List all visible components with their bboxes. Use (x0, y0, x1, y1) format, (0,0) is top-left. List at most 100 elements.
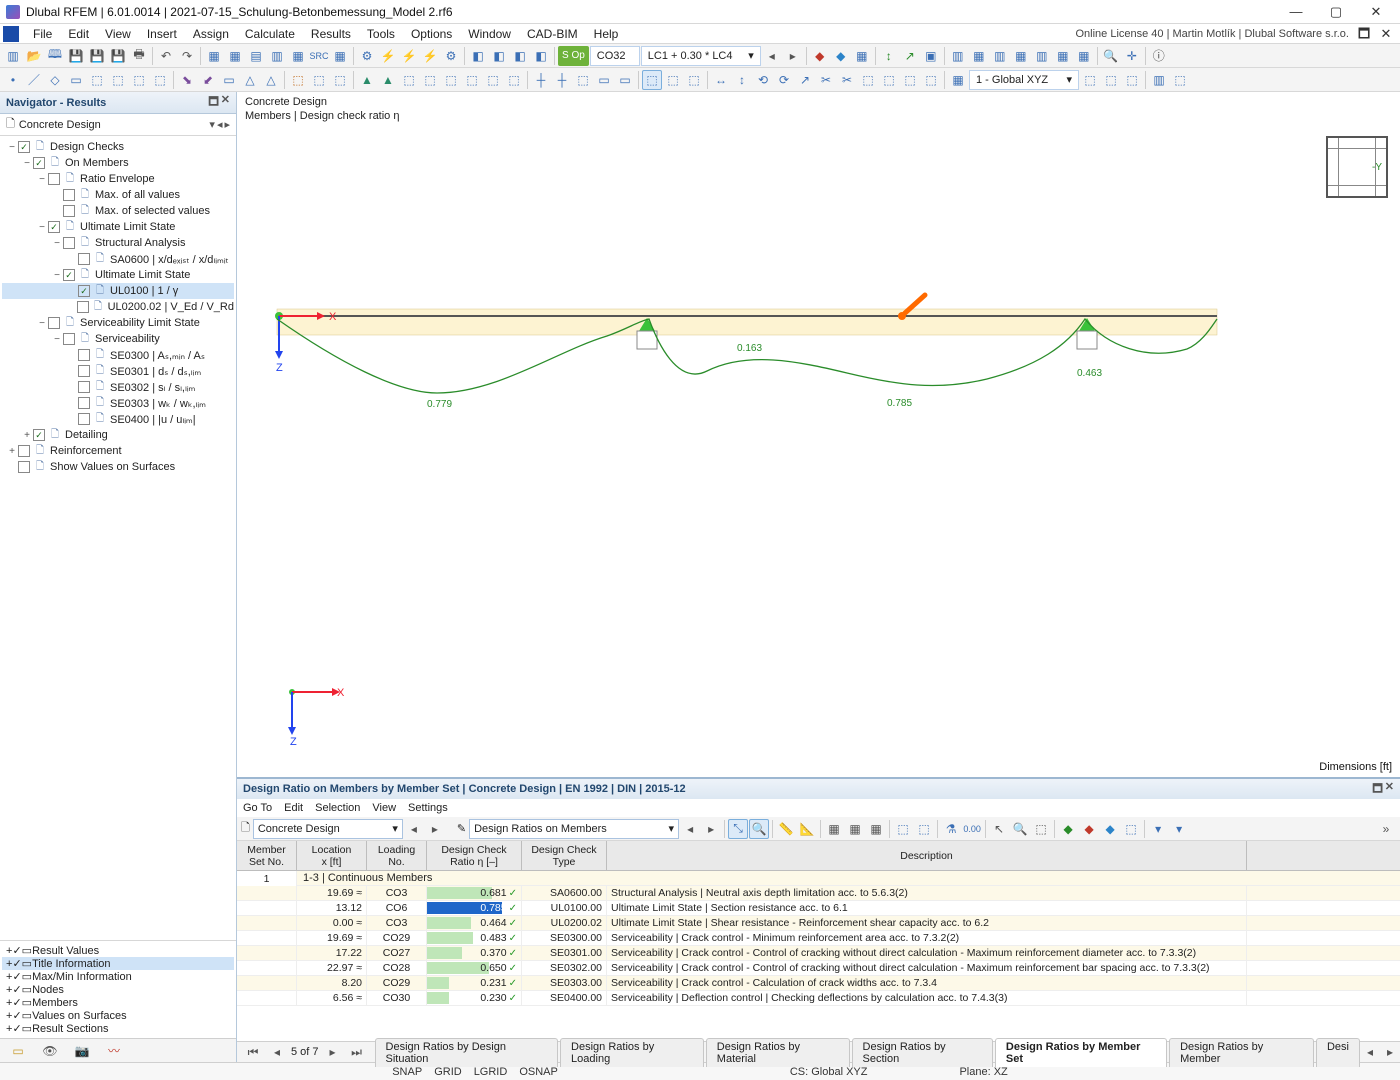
table-row[interactable]: 13.12CO60.785✓UL0100.00Ultimate Limit St… (237, 901, 1400, 916)
new-icon[interactable]: ▥ (3, 46, 23, 66)
n7-icon[interactable]: ⬚ (129, 70, 149, 90)
menu-tools[interactable]: Tools (359, 25, 403, 43)
nav-bottom-item[interactable]: +✓▭Nodes (2, 983, 234, 996)
k5-icon[interactable]: ▭ (615, 70, 635, 90)
n8-icon[interactable]: ⬚ (150, 70, 170, 90)
calc5-icon[interactable]: ⚙ (441, 46, 461, 66)
d5-icon[interactable]: ▥ (1032, 46, 1052, 66)
m11-icon[interactable]: ⬚ (921, 70, 941, 90)
n4-icon[interactable]: ▭ (66, 70, 86, 90)
tree-item[interactable]: +🗋Reinforcement (2, 443, 234, 459)
rt-close-icon[interactable]: ✕ (1385, 780, 1394, 799)
s8-icon[interactable]: ⬚ (504, 70, 524, 90)
rtb8-icon[interactable]: ⬚ (893, 819, 913, 839)
pick-icon[interactable]: ✛ (1122, 46, 1142, 66)
calc2-icon[interactable]: ⚡ (378, 46, 398, 66)
rtb18-icon[interactable]: ⬚ (1121, 819, 1141, 839)
tree-item[interactable]: 🗋Max. of selected values (2, 203, 234, 219)
page-first-icon[interactable]: ⏮ (243, 1042, 263, 1062)
table-row[interactable]: 6.56 ≈CO300.230✓SE0400.00Serviceability … (237, 991, 1400, 1006)
rt-next2-icon[interactable]: ▸ (701, 819, 721, 839)
d6-icon[interactable]: ▦ (1053, 46, 1073, 66)
calc3-icon[interactable]: ⚡ (399, 46, 419, 66)
view6-icon[interactable]: SRC (309, 46, 329, 66)
column-header[interactable]: LoadingNo. (367, 841, 427, 870)
s1-icon[interactable]: ▲ (357, 70, 377, 90)
tree-item[interactable]: −✓🗋Ultimate Limit State (2, 267, 234, 283)
next-icon[interactable]: ▸ (783, 46, 803, 66)
rtb6-icon[interactable]: ▦ (845, 819, 865, 839)
menu-cad-bim[interactable]: CAD-BIM (519, 25, 586, 43)
close-button[interactable]: ✕ (1356, 1, 1396, 23)
tree-item[interactable]: ✓🗋UL0100 | 1 / γ (2, 283, 234, 299)
cs-combo[interactable]: 1 - Global XYZ▾ (969, 70, 1079, 90)
table-row[interactable]: 19.69 ≈CO290.483✓SE0300.00Serviceability… (237, 931, 1400, 946)
rt-prev1-icon[interactable]: ◂ (404, 819, 424, 839)
menu-calculate[interactable]: Calculate (237, 25, 303, 43)
navigator-tree[interactable]: −✓🗋Design Checks−✓🗋On Members−🗋Ratio Env… (0, 136, 236, 940)
r3-icon[interactable]: ▦ (852, 46, 872, 66)
menu-assign[interactable]: Assign (185, 25, 237, 43)
rtb11-icon[interactable]: 0.00 (962, 819, 982, 839)
m10-icon[interactable]: ⬚ (900, 70, 920, 90)
rtb19-icon[interactable]: ▾ (1148, 819, 1168, 839)
s6-icon[interactable]: ⬚ (462, 70, 482, 90)
o1-icon[interactable]: ⬚ (288, 70, 308, 90)
tree-item[interactable]: +✓🗋Detailing (2, 427, 234, 443)
rt-menu-view[interactable]: View (372, 802, 396, 814)
bottom-tab[interactable]: Design Ratios by Material (706, 1038, 850, 1067)
save-all-icon[interactable]: 💾 (108, 46, 128, 66)
rt-combo1[interactable]: Concrete Design▾ (253, 819, 403, 839)
co-combo[interactable]: CO32 (590, 46, 640, 66)
n6-icon[interactable]: ⬚ (108, 70, 128, 90)
rtb3-icon[interactable]: 📏 (776, 819, 796, 839)
lc-combo[interactable]: LC1 + 0.30 * LC4▾ (641, 46, 761, 66)
maximize-button[interactable]: ▢ (1316, 1, 1356, 23)
menu-file[interactable]: File (25, 25, 60, 43)
rtb12-icon[interactable]: ↖ (989, 819, 1009, 839)
t1-icon[interactable]: ◧ (468, 46, 488, 66)
tree-item[interactable]: 🗋SA0600 | x/dₑₓᵢₛₜ / x/dₗᵢₘᵢₜ (2, 251, 234, 267)
page-next-icon[interactable]: ▸ (323, 1042, 343, 1062)
rtb20-icon[interactable]: ▾ (1169, 819, 1189, 839)
table-row[interactable]: 17.22CO270.370✓SE0301.00Serviceability |… (237, 946, 1400, 961)
c2-icon[interactable]: ⬚ (1101, 70, 1121, 90)
rtb9-icon[interactable]: ⬚ (914, 819, 934, 839)
undo-icon[interactable]: ↶ (156, 46, 176, 66)
column-header[interactable]: Design CheckRatio η [–] (427, 841, 522, 870)
column-header[interactable]: Description (607, 841, 1247, 870)
page-prev-icon[interactable]: ◂ (267, 1042, 287, 1062)
c4-icon[interactable]: ▥ (1149, 70, 1169, 90)
view3-icon[interactable]: ▤ (246, 46, 266, 66)
mdi-close-button[interactable]: ✕ (1375, 23, 1397, 45)
menu-help[interactable]: Help (586, 25, 627, 43)
rtb17-icon[interactable]: ◆ (1100, 819, 1120, 839)
t2-icon[interactable]: ◧ (489, 46, 509, 66)
table-row[interactable]: 22.97 ≈CO280.650✓SE0302.00Serviceability… (237, 961, 1400, 976)
page-last-icon[interactable]: ⏭ (347, 1042, 367, 1062)
save-as-icon[interactable]: 💾 (87, 46, 107, 66)
tree-item[interactable]: 🗋SE0400 | |u / uₗᵢₘ| (2, 411, 234, 427)
nav-prev-icon[interactable]: ◂ (217, 118, 223, 131)
minimize-button[interactable]: — (1276, 1, 1316, 23)
nav-bottom-item[interactable]: +✓▭Members (2, 996, 234, 1009)
p3-icon[interactable]: ▭ (219, 70, 239, 90)
p1-icon[interactable]: ⬊ (177, 70, 197, 90)
tabs-scroll-right-icon[interactable]: ▸ (1380, 1042, 1400, 1062)
tabs-scroll-left-icon[interactable]: ◂ (1360, 1042, 1380, 1062)
o2-icon[interactable]: ⬚ (309, 70, 329, 90)
nav-bottom-item[interactable]: +✓▭Result Sections (2, 1022, 234, 1035)
sop-button[interactable]: S Op (558, 46, 589, 66)
m7-icon[interactable]: ✂ (837, 70, 857, 90)
rtb14-icon[interactable]: ⬚ (1031, 819, 1051, 839)
bottom-tab[interactable]: Design Ratios by Loading (560, 1038, 704, 1067)
tree-item[interactable]: −🗋Ratio Envelope (2, 171, 234, 187)
k3-icon[interactable]: ⬚ (573, 70, 593, 90)
g3-icon[interactable]: ▣ (921, 46, 941, 66)
m6-icon[interactable]: ✂ (816, 70, 836, 90)
column-header[interactable]: Locationx [ft] (297, 841, 367, 870)
rtb-overflow-icon[interactable]: » (1376, 819, 1396, 839)
navigator-type-combo[interactable]: 🗋Concrete Design ▾◂▸ (0, 114, 236, 136)
rt-menu-edit[interactable]: Edit (284, 802, 303, 814)
prev-icon[interactable]: ◂ (762, 46, 782, 66)
